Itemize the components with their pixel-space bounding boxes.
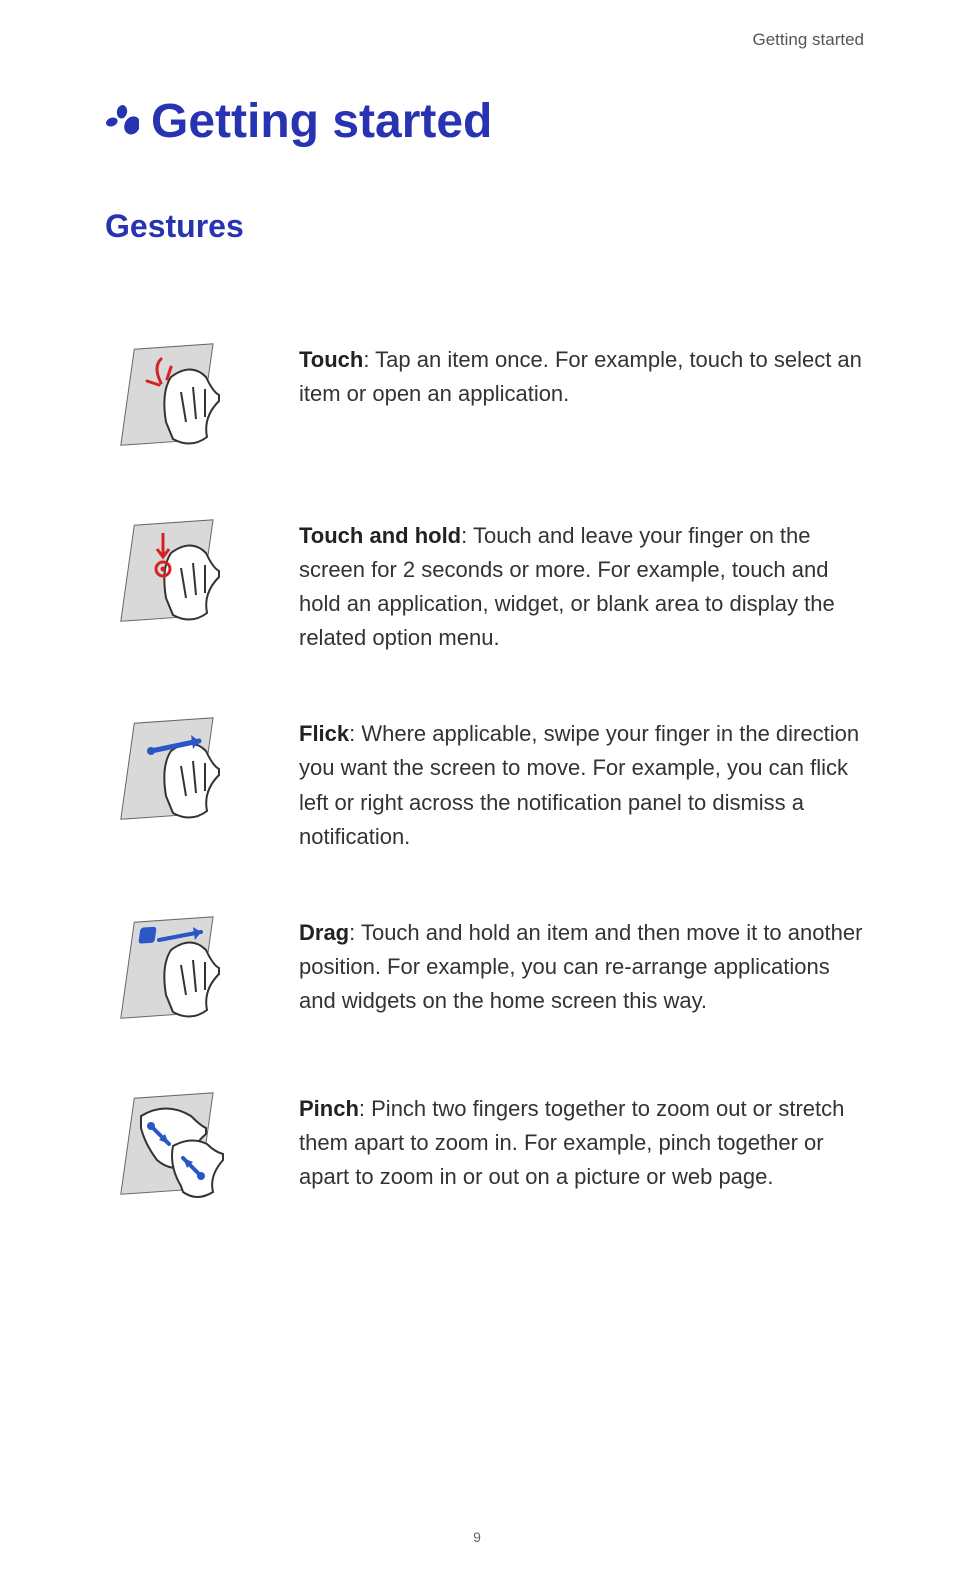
gesture-body: : Tap an item once. For example, touch t… [299, 347, 862, 406]
section-heading: Gestures [105, 208, 864, 245]
gesture-list: Touch: Tap an item once. For example, to… [105, 337, 864, 1206]
gesture-text: Touch and hold: Touch and leave your fin… [299, 513, 864, 655]
touch-hold-gesture-icon [111, 513, 241, 633]
petal-logo-icon [105, 105, 139, 139]
gesture-row-pinch: Pinch: Pinch two fingers together to zoo… [111, 1086, 864, 1206]
gesture-row-touch-hold: Touch and hold: Touch and leave your fin… [111, 513, 864, 655]
document-page: Getting started Getting started Gestures [0, 0, 954, 1577]
gesture-body: : Pinch two fingers together to zoom out… [299, 1096, 844, 1189]
page-title: Getting started [151, 98, 492, 146]
running-header: Getting started [105, 30, 864, 50]
gesture-term: Pinch [299, 1096, 359, 1121]
gesture-body: : Where applicable, swipe your finger in… [299, 721, 859, 848]
gesture-row-flick: Flick: Where applicable, swipe your fing… [111, 711, 864, 853]
page-title-row: Getting started [105, 98, 864, 146]
gesture-term: Touch [299, 347, 363, 372]
gesture-term: Flick [299, 721, 349, 746]
gesture-body: : Touch and hold an item and then move i… [299, 920, 862, 1013]
gesture-text: Flick: Where applicable, swipe your fing… [299, 711, 864, 853]
gesture-text: Drag: Touch and hold an item and then mo… [299, 910, 864, 1018]
pinch-gesture-icon [111, 1086, 241, 1206]
gesture-row-drag: Drag: Touch and hold an item and then mo… [111, 910, 864, 1030]
flick-gesture-icon [111, 711, 241, 831]
drag-gesture-icon [111, 910, 241, 1030]
touch-gesture-icon [111, 337, 241, 457]
gesture-term: Drag [299, 920, 349, 945]
gesture-row-touch: Touch: Tap an item once. For example, to… [111, 337, 864, 457]
gesture-text: Pinch: Pinch two fingers together to zoo… [299, 1086, 864, 1194]
page-number: 9 [0, 1529, 954, 1545]
gesture-term: Touch and hold [299, 523, 461, 548]
gesture-text: Touch: Tap an item once. For example, to… [299, 337, 864, 411]
